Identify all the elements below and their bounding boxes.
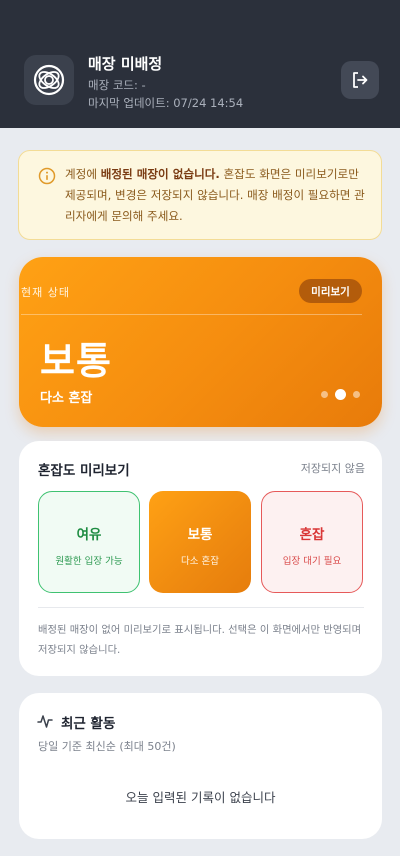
logout-icon	[353, 72, 368, 88]
info-icon	[38, 167, 56, 185]
preview-divider	[38, 607, 364, 608]
last-update-time: 마지막 업데이트: 07/24 14:54	[88, 96, 244, 110]
option-normal-button[interactable]: 보통 다소 혼잡	[149, 491, 251, 593]
preview-footer-text: 배정된 매장이 없어 미리보기로 표시됩니다. 선택은 이 화면에서만 반영되며…	[38, 624, 362, 656]
page-indicator-dot[interactable]	[321, 391, 328, 398]
page-indicator-dot[interactable]	[353, 391, 360, 398]
store-code: 매장 코드: -	[88, 78, 146, 92]
unassigned-store-notice: 계정에 배정된 매장이 없습니다. 혼잡도 화면은 미리보기로만 제공되며, 변…	[18, 150, 382, 240]
store-name: 매장 미배정	[88, 55, 163, 73]
option-sub: 입장 대기 필요	[282, 556, 342, 567]
page-indicator-dot-active[interactable]	[335, 389, 346, 400]
logout-button[interactable]	[341, 61, 379, 99]
activity-empty-message: 오늘 입력된 기록이 없습니다	[125, 790, 276, 805]
not-saved-note: 저장되지 않음	[300, 462, 365, 475]
option-crowded-button[interactable]: 혼잡 입장 대기 필요	[261, 491, 363, 593]
activity-title: 최근 활동	[61, 716, 116, 732]
app-header: 매장 미배정 매장 코드: - 마지막 업데이트: 07/24 14:54	[0, 0, 400, 128]
notice-text: 계정에 배정된 매장이 없습니다. 혼잡도 화면은 미리보기로만 제공되며, 변…	[65, 164, 369, 227]
option-label: 보통	[187, 527, 213, 543]
option-label: 여유	[76, 527, 102, 543]
option-relaxed-button[interactable]: 여유 원활한 입장 가능	[38, 491, 140, 593]
option-sub: 다소 혼잡	[181, 556, 219, 567]
status-description: 다소 혼잡	[40, 391, 93, 406]
app-logo-icon	[24, 55, 74, 105]
option-label: 혼잡	[299, 527, 325, 543]
preview-title: 혼잡도 미리보기	[38, 463, 130, 479]
option-sub: 원활한 입장 가능	[55, 556, 123, 567]
status-label: 현재 상태	[21, 286, 70, 299]
notice-bold-text: 배정된 매장이 없습니다.	[100, 167, 220, 181]
notice-prefix: 계정에	[65, 167, 101, 181]
activity-subtitle: 당일 기준 최신순 (최대 50건)	[38, 740, 176, 753]
status-divider	[21, 314, 362, 315]
preview-badge: 미리보기	[299, 279, 362, 303]
activity-pulse-icon	[37, 715, 53, 728]
status-value: 보통	[40, 339, 112, 383]
